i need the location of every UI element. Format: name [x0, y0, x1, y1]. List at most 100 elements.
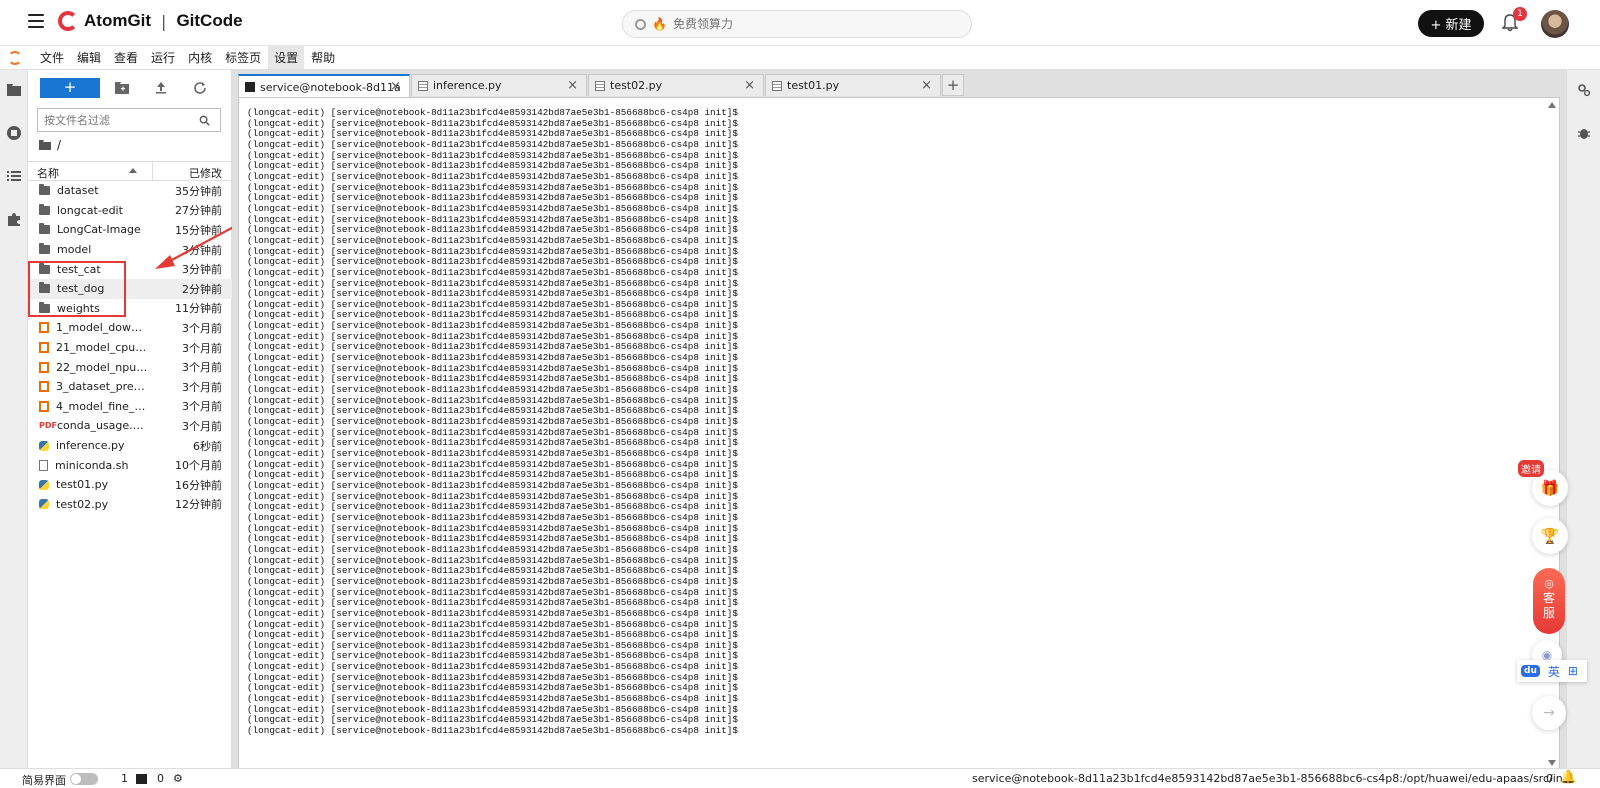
notebook-icon: [39, 361, 49, 373]
new-folder-icon[interactable]: [114, 80, 130, 96]
file-name: longcat-edit: [57, 203, 123, 217]
file-name: 21_model_cpu_i...: [56, 341, 148, 355]
breadcrumb-root[interactable]: /: [57, 138, 61, 152]
folder-icon: [39, 140, 51, 150]
file-name: inference.py: [56, 439, 125, 453]
breadcrumb[interactable]: /: [39, 138, 61, 152]
menu-view[interactable]: 查看: [108, 46, 144, 69]
gift-icon: 🎁: [1540, 479, 1560, 497]
document-icon: [595, 80, 605, 91]
file-row[interactable]: miniconda.sh 10个月前: [28, 455, 232, 475]
chat-icon: ◎: [1544, 577, 1554, 590]
running-kernels-icon[interactable]: [6, 125, 22, 141]
file-name: conda_usage.pdf: [57, 419, 149, 433]
terminal-line: (longcat-edit) [service@notebook-8d11a23…: [247, 543, 738, 555]
customer-service-label-1: 客: [1542, 591, 1555, 605]
sort-ascending-icon[interactable]: [129, 168, 137, 173]
folder-icon: [39, 203, 50, 215]
file-row[interactable]: test02.py 12分钟前: [28, 495, 232, 515]
tab-inference-py[interactable]: inference.py ×: [411, 74, 587, 96]
close-icon[interactable]: ×: [921, 78, 932, 93]
menu-tabs[interactable]: 标签页: [219, 46, 267, 69]
back-to-top-button[interactable]: →: [1532, 696, 1566, 730]
file-name: test01.py: [56, 478, 109, 492]
menu-kernel[interactable]: 内核: [182, 46, 218, 69]
new-launcher-button[interactable]: +: [40, 78, 100, 98]
refresh-icon[interactable]: [192, 80, 208, 96]
file-filter-box[interactable]: [37, 108, 221, 132]
global-search[interactable]: 🔥: [622, 10, 972, 38]
customer-service-button[interactable]: ◎ 客 服: [1533, 568, 1565, 634]
ime-language-toggle[interactable]: 英: [1548, 663, 1560, 680]
terminal-line: (longcat-edit) [service@notebook-8d11a23…: [247, 170, 738, 182]
file-modified-time: 35分钟前: [175, 184, 222, 198]
file-row[interactable]: inference.py 6秒前: [28, 436, 232, 456]
file-name: 4_model_fine_tu...: [56, 399, 148, 413]
scroll-down-icon[interactable]: [1548, 760, 1556, 766]
tab-label: test01.py: [787, 79, 840, 92]
kernel-gear-icon[interactable]: ⚙: [173, 772, 183, 785]
terminal-line: (longcat-edit) [service@notebook-8d11a23…: [247, 575, 738, 587]
file-row[interactable]: 22_model_npu_i... 3个月前: [28, 357, 232, 377]
kernel-count: 0: [157, 772, 164, 785]
close-icon[interactable]: ×: [744, 78, 755, 93]
file-name: dataset: [57, 184, 99, 198]
menu-edit[interactable]: 编辑: [71, 46, 107, 69]
python-icon: [39, 440, 49, 451]
menu-help[interactable]: 帮助: [305, 46, 341, 69]
tab-test01-py[interactable]: test01.py ×: [765, 74, 941, 96]
menu-run[interactable]: 运行: [145, 46, 181, 69]
file-row[interactable]: dataset 35分钟前: [28, 181, 232, 201]
file-filter-input[interactable]: [44, 113, 194, 127]
file-row[interactable]: longcat-edit 27分钟前: [28, 201, 232, 221]
brand-separator: |: [161, 11, 167, 31]
close-icon[interactable]: ×: [390, 79, 401, 94]
new-button[interactable]: + 新建: [1418, 10, 1484, 37]
user-avatar[interactable]: [1541, 10, 1569, 38]
file-row[interactable]: 21_model_cpu_i... 3个月前: [28, 338, 232, 358]
customer-service-label-2: 服: [1542, 606, 1555, 620]
file-row[interactable]: test01.py 16分钟前: [28, 475, 232, 495]
fire-icon: 🔥: [652, 17, 667, 31]
file-modified-time: 3分钟前: [182, 243, 222, 257]
file-row[interactable]: 4_model_fine_tu... 3个月前: [28, 397, 232, 417]
brand-logo[interactable]: AtomGit | GitCode: [58, 11, 243, 31]
notebook-icon: [39, 342, 49, 354]
search-input[interactable]: [672, 17, 953, 31]
input-method-toolbar[interactable]: du 英 ⊞: [1517, 660, 1587, 682]
trophy-button[interactable]: 🏆: [1532, 518, 1568, 554]
file-modified-time: 3分钟前: [182, 263, 222, 277]
file-row[interactable]: 1_model_downl... 3个月前: [28, 318, 232, 338]
file-row[interactable]: PDF conda_usage.pdf 3个月前: [28, 416, 232, 436]
column-modified-header[interactable]: 已修改: [189, 165, 222, 181]
terminal-icon[interactable]: [136, 774, 147, 784]
upload-icon[interactable]: [153, 80, 169, 96]
file-name: miniconda.sh: [55, 458, 129, 472]
notebook-icon: [39, 400, 49, 412]
property-inspector-gear-icon[interactable]: [1577, 83, 1591, 97]
bell-icon[interactable]: 🔔: [1560, 770, 1576, 785]
annotation-highlight-box: [28, 261, 126, 317]
file-name: 1_model_downl...: [56, 321, 148, 335]
scroll-up-icon[interactable]: [1548, 102, 1556, 108]
add-tab-button[interactable]: +: [942, 74, 964, 96]
grid-menu-icon[interactable]: ⊞: [1568, 664, 1578, 678]
column-divider[interactable]: [152, 162, 153, 180]
file-row[interactable]: LongCat-Image 15分钟前: [28, 220, 232, 240]
column-name-header[interactable]: 名称: [37, 165, 59, 181]
tab-terminal[interactable]: service@notebook-8d11a2 ×: [238, 74, 410, 98]
debugger-bug-icon[interactable]: [1577, 126, 1591, 140]
menu-file[interactable]: 文件: [34, 46, 70, 69]
table-of-contents-icon[interactable]: [6, 168, 22, 184]
extensions-puzzle-icon[interactable]: [6, 211, 22, 227]
simple-mode-toggle[interactable]: [70, 773, 98, 785]
menu-settings[interactable]: 设置: [268, 46, 305, 69]
terminal-panel[interactable]: (longcat-edit) [service@notebook-8d11a23…: [238, 97, 1560, 769]
tab-test02-py[interactable]: test02.py ×: [588, 74, 764, 96]
file-row[interactable]: 3_dataset_prepa... 3个月前: [28, 377, 232, 397]
close-icon[interactable]: ×: [567, 78, 578, 93]
hamburger-menu-icon[interactable]: [28, 14, 44, 28]
folder-icon[interactable]: [6, 82, 22, 98]
file-row[interactable]: model 3分钟前: [28, 240, 232, 260]
file-modified-time: 15分钟前: [175, 223, 222, 237]
